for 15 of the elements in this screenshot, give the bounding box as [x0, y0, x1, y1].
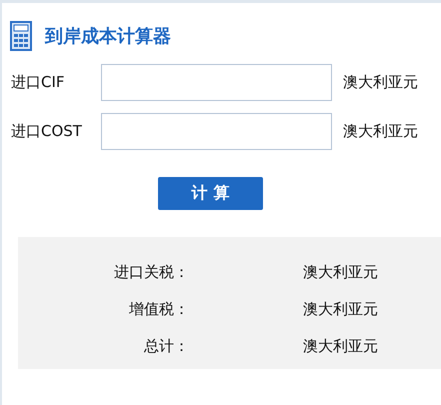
result-value: 澳大利亚元: [303, 300, 378, 319]
currency-label: 澳大利亚元: [343, 122, 418, 140]
amount-field[interactable]: [101, 112, 332, 150]
calculator-title: 到岸成本计算器: [45, 25, 171, 48]
calculate-button[interactable]: 计 算: [158, 177, 263, 210]
result-label: 增值税：: [128, 300, 189, 319]
calculator-icon: [10, 21, 32, 51]
result-value: 澳大利亚元: [303, 337, 378, 356]
currency-label: 澳大利亚元: [343, 72, 418, 92]
result-label: 进口关税：: [113, 263, 189, 282]
result-value: 澳大利亚元: [303, 263, 378, 282]
field-label: 进口CIF: [11, 72, 66, 92]
amount-field[interactable]: [101, 64, 332, 100]
field-label: 进口COST: [11, 122, 83, 140]
result-label: 总计：: [143, 337, 189, 356]
